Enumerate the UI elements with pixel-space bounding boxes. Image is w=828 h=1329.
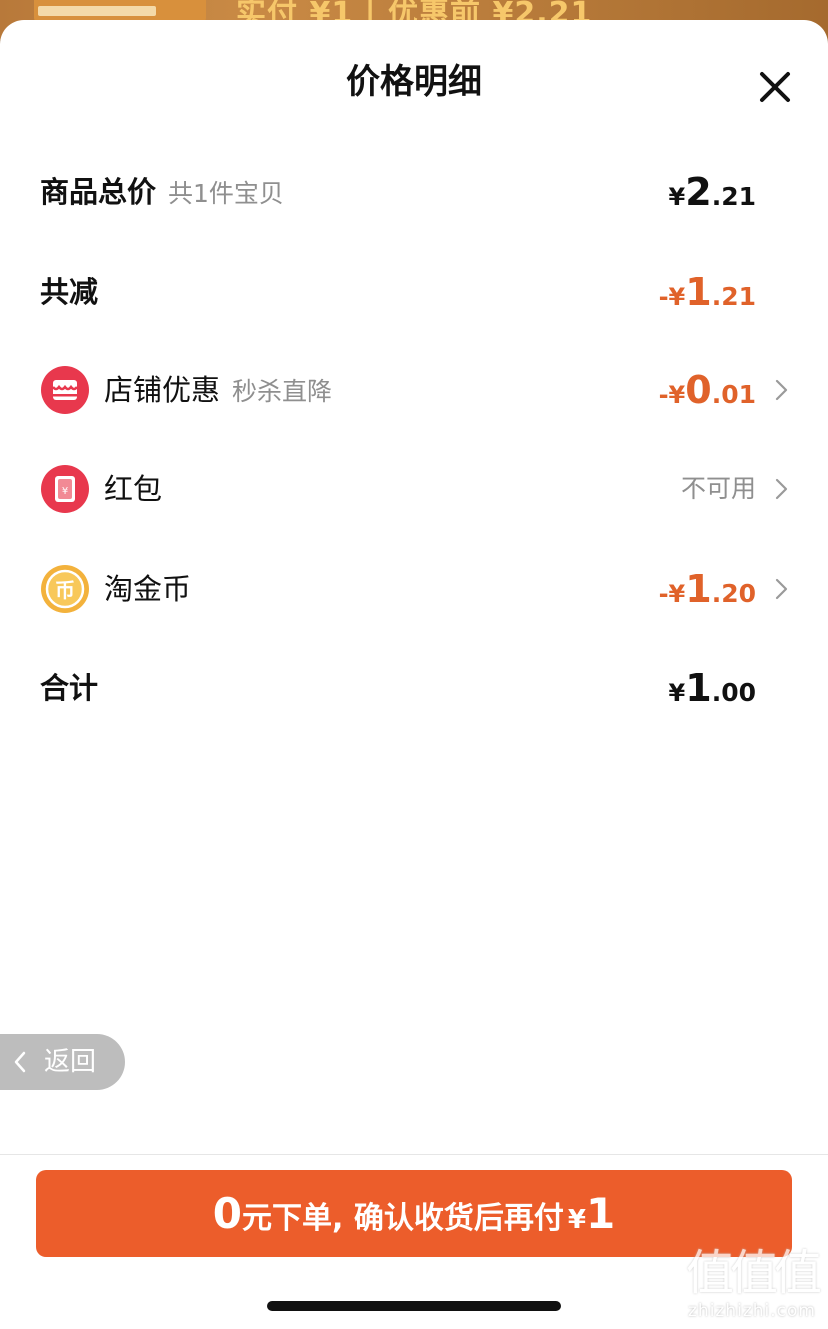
taojinbi-amount: -¥1.20 (659, 559, 756, 627)
red-packet-icon: ¥ (41, 465, 89, 513)
red-packet-label: 红包 (104, 472, 163, 506)
amount-decimal: .20 (711, 579, 756, 608)
amount-integer: 1 (685, 666, 712, 710)
watermark-logo: 值值值 (685, 1245, 822, 1301)
amount-decimal: .21 (711, 282, 756, 311)
amount-decimal: .01 (711, 380, 756, 409)
place-order-button[interactable]: 0元下单, 确认收货后再付 ¥1 (36, 1170, 792, 1257)
total-amount: ¥1.00 (669, 658, 756, 726)
amount-currency: ¥ (668, 183, 686, 211)
amount-currency: -¥ (658, 580, 686, 608)
taojinbi-label: 淘金币 (104, 572, 192, 606)
total-discount-label: 共减 (40, 275, 99, 309)
amount-currency: -¥ (658, 283, 686, 311)
chevron-left-icon (14, 1051, 26, 1073)
background-thumbnail-banner (38, 6, 156, 16)
coin-char: 币 (55, 578, 75, 602)
watermark: 值值值 zhizhizhi.com (685, 1245, 822, 1321)
chevron-right-icon (775, 578, 788, 600)
total-discount-amount: -¥1.21 (659, 262, 756, 330)
cta-zero: 0 (212, 1189, 243, 1238)
cta-text: 元下单, 确认收货后再付 (242, 1201, 564, 1236)
amount-integer: 1 (685, 567, 712, 611)
amount-decimal: .00 (711, 678, 756, 707)
back-label: 返回 (44, 1047, 97, 1077)
amount-integer: 2 (685, 170, 712, 214)
close-icon[interactable] (752, 64, 798, 110)
shop-discount-label: 店铺优惠 (104, 373, 221, 407)
total-label: 合计 (40, 671, 99, 705)
amount-currency: ¥ (668, 679, 686, 707)
chevron-right-icon (775, 478, 788, 500)
shop-discount-label-group: 店铺优惠 秒杀直降 (104, 360, 332, 422)
amount-integer: 1 (685, 270, 712, 314)
amount-currency: -¥ (658, 381, 686, 409)
amount-integer: 0 (685, 368, 712, 412)
subtotal-row: 商品总价 共1件宝贝 ¥2.21 (0, 162, 828, 222)
shop-discount-row[interactable]: 店铺优惠 秒杀直降 -¥0.01 (0, 360, 828, 420)
cta-currency: ¥ (567, 1205, 586, 1235)
total-row: 合计 ¥1.00 (0, 658, 828, 718)
red-packet-row[interactable]: ¥ 红包 不可用 (0, 459, 828, 519)
watermark-url: zhizhizhi.com (688, 1301, 816, 1321)
shop-discount-amount: -¥0.01 (659, 360, 756, 428)
store-icon (41, 366, 89, 414)
subtotal-label-group: 商品总价 共1件宝贝 (40, 162, 284, 224)
amount-decimal: .21 (711, 182, 756, 211)
subtotal-item-count: 共1件宝贝 (168, 179, 284, 208)
coin-icon: 币 (41, 565, 89, 613)
shop-discount-sub: 秒杀直降 (232, 377, 333, 406)
chevron-right-icon (775, 379, 788, 401)
cta-amount: 1 (585, 1189, 616, 1238)
back-button[interactable]: 返回 (0, 1034, 125, 1090)
subtotal-amount: ¥2.21 (669, 162, 756, 230)
footer-divider (0, 1154, 828, 1155)
taojinbi-row[interactable]: 币 淘金币 -¥1.20 (0, 559, 828, 619)
red-packet-status: 不可用 (680, 474, 756, 503)
sheet-title: 价格明细 (346, 62, 482, 102)
home-indicator (267, 1301, 561, 1311)
subtotal-label: 商品总价 (40, 175, 157, 209)
total-discount-row: 共减 -¥1.21 (0, 262, 828, 322)
svg-text:¥: ¥ (62, 486, 68, 497)
